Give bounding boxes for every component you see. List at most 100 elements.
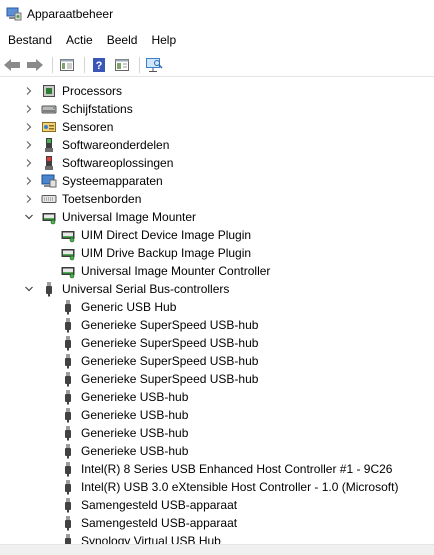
tree-device[interactable]: Generieke SuperSpeed USB-hub xyxy=(0,352,434,370)
tree-device[interactable]: UIM Direct Device Image Plugin xyxy=(0,226,434,244)
tree-device[interactable]: Generieke SuperSpeed USB-hub xyxy=(0,370,434,388)
back-icon xyxy=(4,58,20,71)
tree-category[interactable]: Sensoren xyxy=(0,118,434,136)
title-bar: Apparaatbeheer xyxy=(0,0,434,28)
tree-item-label: Softwareoplossingen xyxy=(62,156,174,170)
menu-bestand[interactable]: Bestand xyxy=(2,29,58,51)
tree-category[interactable]: Systeemapparaten xyxy=(0,172,434,190)
usb-icon xyxy=(60,317,76,333)
toolbar-separator xyxy=(84,56,85,73)
tree-item-label: Universal Image Mounter Controller xyxy=(81,264,271,278)
tree-item-label: Generieke USB-hub xyxy=(81,390,189,404)
scan-hardware-icon xyxy=(146,57,163,72)
tree-device[interactable]: Synology Virtual USB Hub xyxy=(0,532,434,544)
chevron-down-icon[interactable] xyxy=(24,212,34,222)
usb-icon xyxy=(60,515,76,531)
usb-icon xyxy=(60,407,76,423)
tree-device[interactable]: Intel(R) 8 Series USB Enhanced Host Cont… xyxy=(0,460,434,478)
tree-category[interactable]: Toetsenborden xyxy=(0,190,434,208)
menu-help[interactable]: Help xyxy=(145,29,182,51)
tree-item-label: Generieke SuperSpeed USB-hub xyxy=(81,354,259,368)
tree-device[interactable]: Generieke SuperSpeed USB-hub xyxy=(0,334,434,352)
tree-device[interactable]: Intel(R) USB 3.0 eXtensible Host Control… xyxy=(0,478,434,496)
usb-icon xyxy=(60,497,76,513)
usb-icon xyxy=(60,353,76,369)
tree-item-label: Generieke SuperSpeed USB-hub xyxy=(81,372,259,386)
tree-item-label: Universal Serial Bus-controllers xyxy=(62,282,230,296)
device-manager-icon xyxy=(6,7,22,21)
tree-device[interactable]: Generieke USB-hub xyxy=(0,442,434,460)
usb-icon xyxy=(60,371,76,387)
usb-icon xyxy=(60,299,76,315)
tree-item-label: Systeemapparaten xyxy=(62,174,163,188)
tree-item-label: Samengesteld USB-apparaat xyxy=(81,516,238,530)
tree-item-label: Synology Virtual USB Hub xyxy=(81,534,221,544)
tree-device[interactable]: Universal Image Mounter Controller xyxy=(0,262,434,280)
tree-item-label: Softwareonderdelen xyxy=(62,138,170,152)
tree-category[interactable]: Processors xyxy=(0,82,434,100)
tree-category[interactable]: Schijfstations xyxy=(0,100,434,118)
disk-drive-icon xyxy=(41,101,57,117)
tree-item-label: Generieke SuperSpeed USB-hub xyxy=(81,318,259,332)
tree-item-label: Intel(R) 8 Series USB Enhanced Host Cont… xyxy=(81,462,393,476)
horizontal-scrollbar[interactable] xyxy=(0,544,434,555)
tree-item-label: UIM Direct Device Image Plugin xyxy=(81,228,252,242)
tree-item-label: Generieke USB-hub xyxy=(81,408,189,422)
chevron-right-icon[interactable] xyxy=(24,122,34,132)
image-mounter-icon xyxy=(60,245,76,261)
tree-device[interactable]: Generieke SuperSpeed USB-hub xyxy=(0,316,434,334)
chevron-right-icon[interactable] xyxy=(24,104,34,114)
tree-device[interactable]: Generieke USB-hub xyxy=(0,424,434,442)
help-button[interactable]: ? xyxy=(89,55,109,75)
chevron-right-icon[interactable] xyxy=(24,86,34,96)
tree-category[interactable]: Universal Serial Bus-controllers xyxy=(0,280,434,298)
toolbar-separator xyxy=(52,56,53,73)
system-device-icon xyxy=(41,173,57,189)
chevron-down-icon[interactable] xyxy=(24,284,34,294)
tree-device[interactable]: Samengesteld USB-apparaat xyxy=(0,514,434,532)
tree-category[interactable]: Softwareonderdelen xyxy=(0,136,434,154)
toolbar-separator xyxy=(139,56,140,73)
tree-item-label: Samengesteld USB-apparaat xyxy=(81,498,238,512)
usb-icon xyxy=(60,479,76,495)
tree-device[interactable]: Generic USB Hub xyxy=(0,298,434,316)
usb-icon xyxy=(60,335,76,351)
console-tree-button[interactable] xyxy=(57,55,77,75)
menu-beeld[interactable]: Beeld xyxy=(101,29,144,51)
tree-category[interactable]: Universal Image Mounter xyxy=(0,208,434,226)
tree-device[interactable]: Generieke USB-hub xyxy=(0,388,434,406)
chevron-right-icon[interactable] xyxy=(24,140,34,150)
chevron-right-icon[interactable] xyxy=(24,176,34,186)
menu-actie[interactable]: Actie xyxy=(60,29,99,51)
processor-icon xyxy=(41,83,57,99)
properties-button[interactable] xyxy=(112,55,132,75)
tree-device[interactable]: Generieke USB-hub xyxy=(0,406,434,424)
tree-item-label: Schijfstations xyxy=(62,102,133,116)
forward-icon xyxy=(27,58,43,71)
usb-icon xyxy=(60,425,76,441)
usb-icon xyxy=(41,281,57,297)
tree-device[interactable]: UIM Drive Backup Image Plugin xyxy=(0,244,434,262)
chevron-right-icon[interactable] xyxy=(24,158,34,168)
software-component-icon xyxy=(41,137,57,153)
properties-icon xyxy=(115,58,129,71)
tree-item-label: Universal Image Mounter xyxy=(62,210,197,224)
image-mounter-icon xyxy=(60,227,76,243)
window-title: Apparaatbeheer xyxy=(27,7,114,21)
software-device-icon xyxy=(41,155,57,171)
tree-item-label: Generieke USB-hub xyxy=(81,426,189,440)
forward-button[interactable] xyxy=(25,55,45,75)
scan-hardware-button[interactable] xyxy=(144,55,164,75)
image-mounter-icon xyxy=(41,209,57,225)
image-mounter-icon xyxy=(60,263,76,279)
show-hide-console-tree-icon xyxy=(60,58,74,71)
tree-device[interactable]: Samengesteld USB-apparaat xyxy=(0,496,434,514)
usb-icon xyxy=(60,461,76,477)
tree-item-label: Toetsenborden xyxy=(62,192,142,206)
tree-category[interactable]: Softwareoplossingen xyxy=(0,154,434,172)
back-button[interactable] xyxy=(2,55,22,75)
tree-item-label: Generieke USB-hub xyxy=(81,444,189,458)
usb-icon xyxy=(60,389,76,405)
usb-icon xyxy=(60,443,76,459)
chevron-right-icon[interactable] xyxy=(24,194,34,204)
